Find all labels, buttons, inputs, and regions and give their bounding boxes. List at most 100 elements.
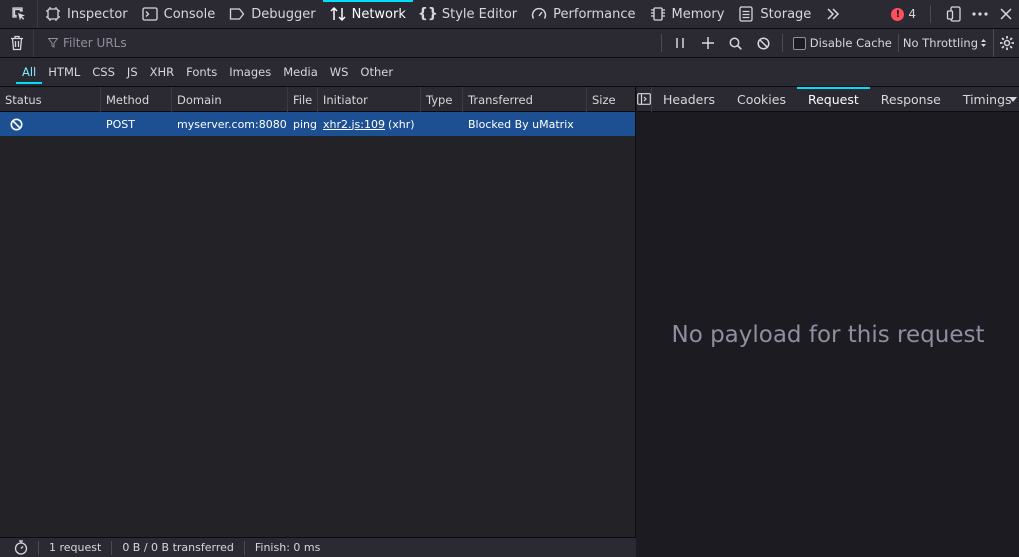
error-count: 4 [908, 7, 916, 21]
tab-headers[interactable]: Headers [652, 87, 726, 112]
memory-icon [650, 6, 666, 22]
add-request-button[interactable] [694, 29, 722, 57]
filter-all[interactable]: All [16, 62, 43, 84]
column-method[interactable]: Method [101, 87, 172, 112]
toolbox-controls: ! 4 [891, 0, 1019, 28]
filter-xhr[interactable]: XHR [144, 62, 181, 82]
error-count-button[interactable]: ! 4 [891, 7, 916, 21]
filter-other[interactable]: Other [354, 62, 399, 82]
disable-cache-toggle[interactable]: Disable Cache [787, 36, 898, 50]
debugger-icon [229, 6, 245, 22]
error-icon: ! [891, 7, 905, 21]
element-picker-button[interactable] [0, 0, 38, 28]
select-arrows-icon [980, 38, 987, 48]
element-picker-icon [11, 6, 27, 22]
request-initiator: xhr2.js:109 (xhr) [318, 112, 421, 136]
responsive-design-button[interactable] [941, 0, 967, 28]
tab-storage[interactable]: Storage [731, 0, 818, 28]
more-tabs-button[interactable] [1007, 87, 1019, 112]
tab-memory[interactable]: Memory [643, 0, 732, 28]
finish-time: Finish: 0 ms [254, 541, 321, 554]
performance-analysis-button[interactable] [0, 540, 39, 555]
tab-label: Memory [671, 6, 725, 22]
tab-debugger[interactable]: Debugger [222, 0, 322, 28]
url-filter [34, 29, 657, 57]
request-status [0, 112, 101, 136]
tab-performance[interactable]: Performance [524, 0, 642, 28]
tab-label: Console [163, 6, 216, 22]
filter-fonts[interactable]: Fonts [180, 62, 223, 82]
close-toolbox-button[interactable] [993, 0, 1019, 28]
column-domain[interactable]: Domain [172, 87, 288, 112]
network-settings-button[interactable] [993, 29, 1019, 57]
filter-ws[interactable]: WS [324, 62, 355, 82]
filter-images[interactable]: Images [223, 62, 277, 82]
stopwatch-icon [14, 540, 28, 555]
pause-button[interactable] [666, 29, 694, 57]
filter-urls-input[interactable] [63, 36, 363, 50]
network-status-bar: 1 request 0 B / 0 B transferred Finish: … [0, 537, 636, 557]
request-details-panel: Headers Cookies Request Response Timings… [637, 86, 1019, 557]
network-icon [330, 6, 346, 22]
search-icon [729, 37, 743, 50]
responsive-design-icon [946, 6, 962, 22]
throttling-value: No Throttling [902, 36, 978, 50]
filter-html[interactable]: HTML [42, 62, 86, 82]
requests-table-header: Status Method Domain File Initiator Type… [0, 87, 635, 112]
request-method: POST [106, 117, 135, 131]
filter-js[interactable]: JS [121, 62, 144, 82]
inspector-icon [45, 6, 61, 22]
toggle-sidebar-button[interactable] [637, 86, 652, 112]
disable-cache-checkbox[interactable] [792, 36, 806, 50]
request-domain: myserver.com:8080 [177, 117, 287, 131]
console-icon [141, 6, 158, 22]
tab-style-editor[interactable]: {} Style Editor [413, 0, 524, 28]
tab-label: Storage [760, 6, 812, 22]
column-file[interactable]: File [288, 87, 318, 112]
plus-icon [701, 37, 714, 49]
tab-cookies[interactable]: Cookies [726, 87, 797, 112]
sidebar-toggle-icon [637, 93, 651, 105]
throttling-select[interactable]: No Throttling [897, 34, 993, 52]
column-type[interactable]: Type [421, 87, 463, 112]
performance-icon [531, 6, 547, 22]
toolbox-menu-button[interactable] [967, 0, 993, 28]
chevron-double-right-icon [826, 7, 840, 21]
devtools-toolbox: Inspector Console Debugger Network {} St… [0, 0, 1019, 29]
clear-button[interactable] [0, 29, 34, 57]
pause-icon [675, 37, 685, 49]
tab-inspector[interactable]: Inspector [38, 0, 135, 28]
request-count: 1 request [39, 540, 113, 555]
column-initiator[interactable]: Initiator [318, 87, 421, 112]
block-requests-button[interactable] [750, 29, 778, 57]
blocked-icon [10, 118, 23, 131]
tab-response[interactable]: Response [870, 87, 952, 112]
request-file: ping [293, 117, 317, 131]
block-icon [757, 36, 770, 50]
tab-label: Performance [553, 6, 636, 22]
column-transferred[interactable]: Transferred [463, 87, 587, 112]
divider [930, 5, 931, 23]
initiator-link[interactable]: xhr2.js:109 [323, 118, 385, 131]
tab-network[interactable]: Network [322, 0, 414, 28]
storage-icon [738, 6, 754, 22]
column-status[interactable]: Status [0, 87, 101, 112]
details-tabs: Headers Cookies Request Response Timings [637, 86, 1019, 112]
filter-css[interactable]: CSS [86, 62, 121, 82]
more-tools-button[interactable] [820, 0, 846, 28]
column-size[interactable]: Size [587, 87, 635, 112]
divider [781, 34, 783, 52]
close-icon [1000, 8, 1012, 20]
filter-icon [48, 38, 58, 48]
filter-media[interactable]: Media [277, 62, 324, 82]
tab-request[interactable]: Request [796, 86, 870, 112]
request-type-filters: All HTML CSS JS XHR Fonts Images Media W… [0, 58, 1019, 87]
gear-icon [999, 35, 1015, 51]
request-size [587, 112, 635, 136]
request-row[interactable]: POST myserver.com:8080 ping xhr2.js:109 … [0, 112, 635, 136]
tab-console[interactable]: Console [135, 0, 223, 28]
transferred-summary: 0 B / 0 B transferred [112, 540, 245, 555]
search-button[interactable] [722, 29, 750, 57]
style-editor-icon: {} [417, 6, 438, 22]
request-type [421, 112, 463, 136]
